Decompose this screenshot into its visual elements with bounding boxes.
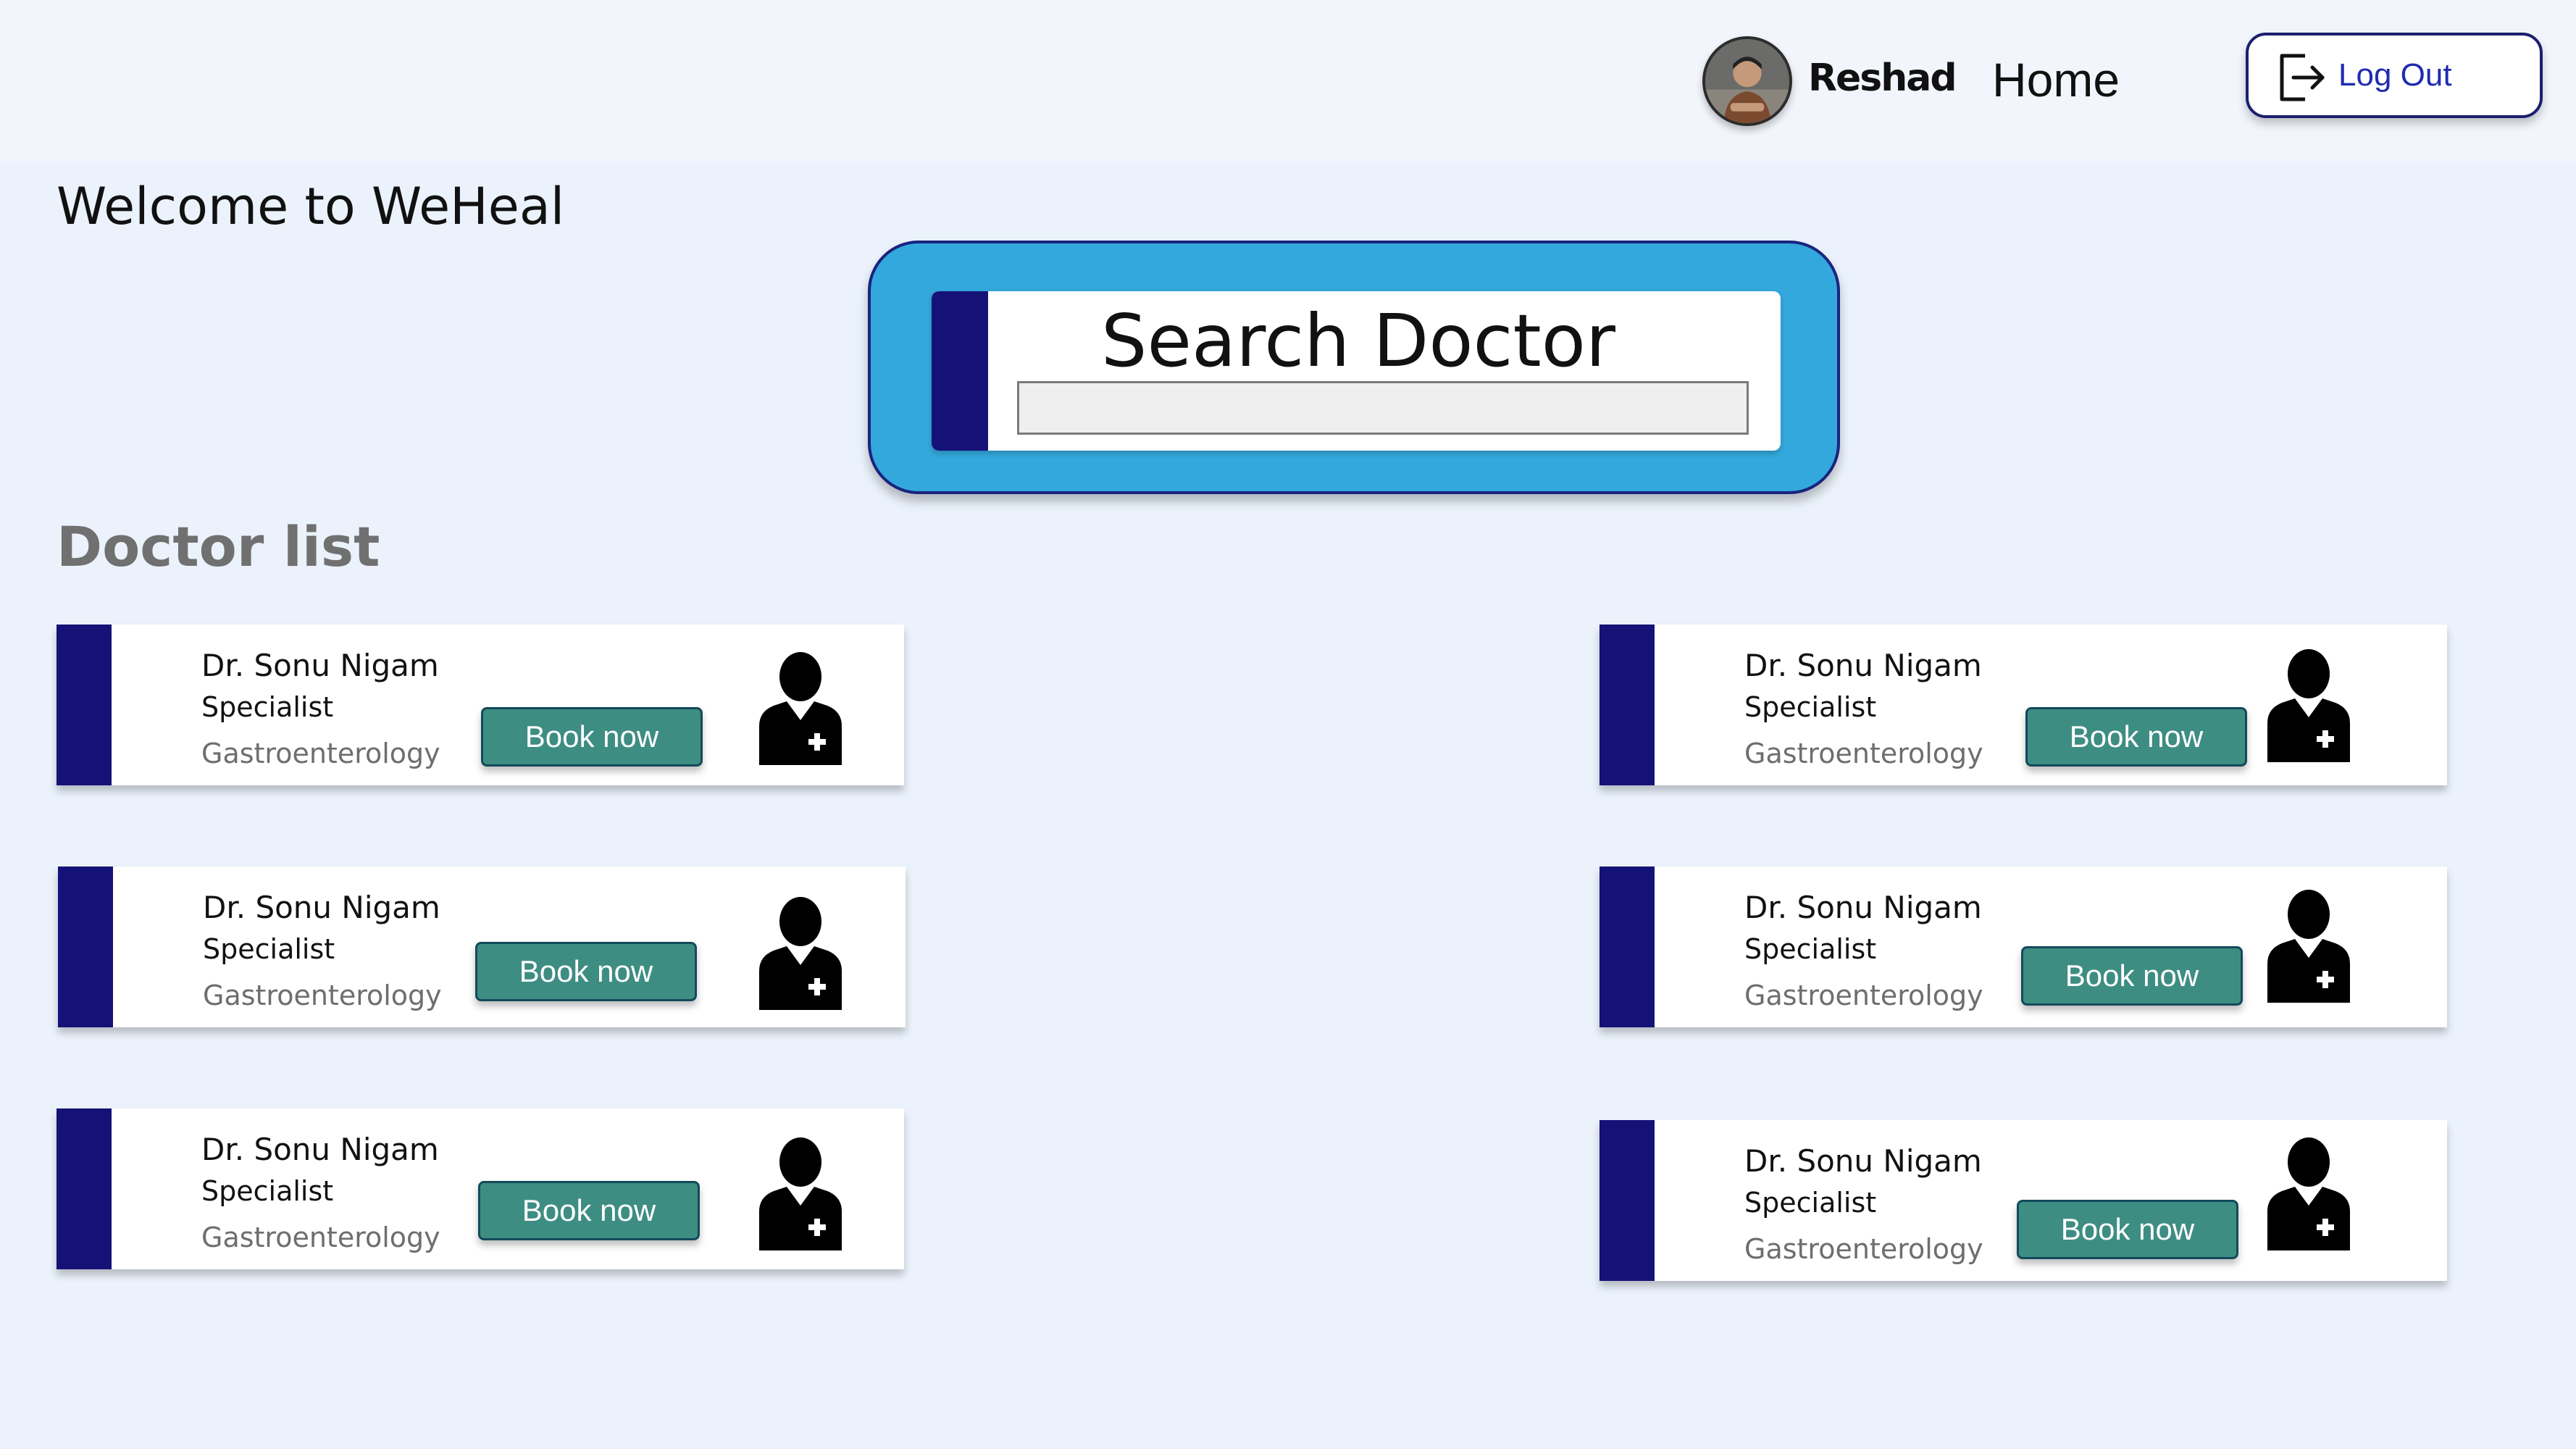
avatar[interactable] bbox=[1702, 36, 1792, 126]
doctor-list-title: Doctor list bbox=[57, 514, 380, 579]
doctor-department: Gastroenterology bbox=[201, 1222, 440, 1253]
doctor-name: Dr. Sonu Nigam bbox=[1744, 648, 1982, 683]
doctor-card: Dr. Sonu Nigam Specialist Gastroenterolo… bbox=[58, 867, 906, 1027]
doctor-icon bbox=[2267, 1137, 2350, 1250]
doctor-icon bbox=[2267, 649, 2350, 762]
doctor-icon bbox=[759, 897, 842, 1010]
card-accent-bar bbox=[58, 867, 113, 1027]
doctor-department: Gastroenterology bbox=[1744, 980, 1983, 1011]
doctor-name: Dr. Sonu Nigam bbox=[1744, 1143, 1982, 1179]
doctor-card: Dr. Sonu Nigam Specialist Gastroenterolo… bbox=[1599, 625, 2447, 785]
doctor-card: Dr. Sonu Nigam Specialist Gastroenterolo… bbox=[1599, 867, 2447, 1027]
avatar-photo bbox=[1705, 39, 1789, 123]
doctor-card: Dr. Sonu Nigam Specialist Gastroenterolo… bbox=[57, 625, 904, 785]
card-accent-bar bbox=[57, 625, 112, 785]
doctor-name: Dr. Sonu Nigam bbox=[201, 648, 439, 683]
top-bar: Reshad Home Log Out bbox=[0, 0, 2576, 161]
card-accent-bar bbox=[1599, 625, 1655, 785]
doctor-card: Dr. Sonu Nigam Specialist Gastroenterolo… bbox=[1599, 1120, 2447, 1281]
logout-label: Log Out bbox=[2338, 57, 2452, 93]
doctor-role: Specialist bbox=[201, 691, 334, 723]
book-now-button[interactable]: Book now bbox=[2021, 946, 2243, 1006]
search-title: Search Doctor bbox=[1101, 298, 1616, 383]
doctor-role: Specialist bbox=[1744, 1187, 1877, 1219]
doctor-department: Gastroenterology bbox=[1744, 1233, 1983, 1265]
doctor-role: Specialist bbox=[201, 1175, 334, 1207]
doctor-department: Gastroenterology bbox=[203, 980, 442, 1011]
book-now-button[interactable]: Book now bbox=[478, 1181, 700, 1240]
doctor-role: Specialist bbox=[203, 933, 335, 965]
nav-home-link[interactable]: Home bbox=[1992, 52, 2120, 107]
logout-icon bbox=[2280, 54, 2325, 101]
search-box: Search Doctor bbox=[932, 291, 1781, 451]
doctor-name: Dr. Sonu Nigam bbox=[201, 1132, 439, 1167]
doctor-role: Specialist bbox=[1744, 933, 1877, 965]
doctor-department: Gastroenterology bbox=[201, 738, 440, 769]
doctor-card: Dr. Sonu Nigam Specialist Gastroenterolo… bbox=[57, 1108, 904, 1269]
doctor-icon bbox=[2267, 890, 2350, 1003]
book-now-button[interactable]: Book now bbox=[481, 707, 703, 767]
logout-button[interactable]: Log Out bbox=[2246, 33, 2543, 118]
doctor-icon bbox=[759, 1137, 842, 1250]
book-now-button[interactable]: Book now bbox=[475, 942, 697, 1001]
doctor-name: Dr. Sonu Nigam bbox=[203, 890, 440, 925]
card-accent-bar bbox=[1599, 867, 1655, 1027]
card-accent-bar bbox=[57, 1108, 112, 1269]
book-now-button[interactable]: Book now bbox=[2025, 707, 2247, 767]
doctor-icon bbox=[759, 652, 842, 765]
user-name: Reshad bbox=[1808, 57, 1957, 100]
search-accent-bar bbox=[932, 291, 988, 451]
doctor-name: Dr. Sonu Nigam bbox=[1744, 890, 1982, 925]
search-panel: Search Doctor bbox=[868, 241, 1840, 494]
search-input[interactable] bbox=[1017, 381, 1749, 435]
doctor-department: Gastroenterology bbox=[1744, 738, 1983, 769]
doctor-role: Specialist bbox=[1744, 691, 1877, 723]
welcome-heading: Welcome to WeHeal bbox=[57, 177, 565, 236]
card-accent-bar bbox=[1599, 1120, 1655, 1281]
book-now-button[interactable]: Book now bbox=[2017, 1200, 2238, 1259]
